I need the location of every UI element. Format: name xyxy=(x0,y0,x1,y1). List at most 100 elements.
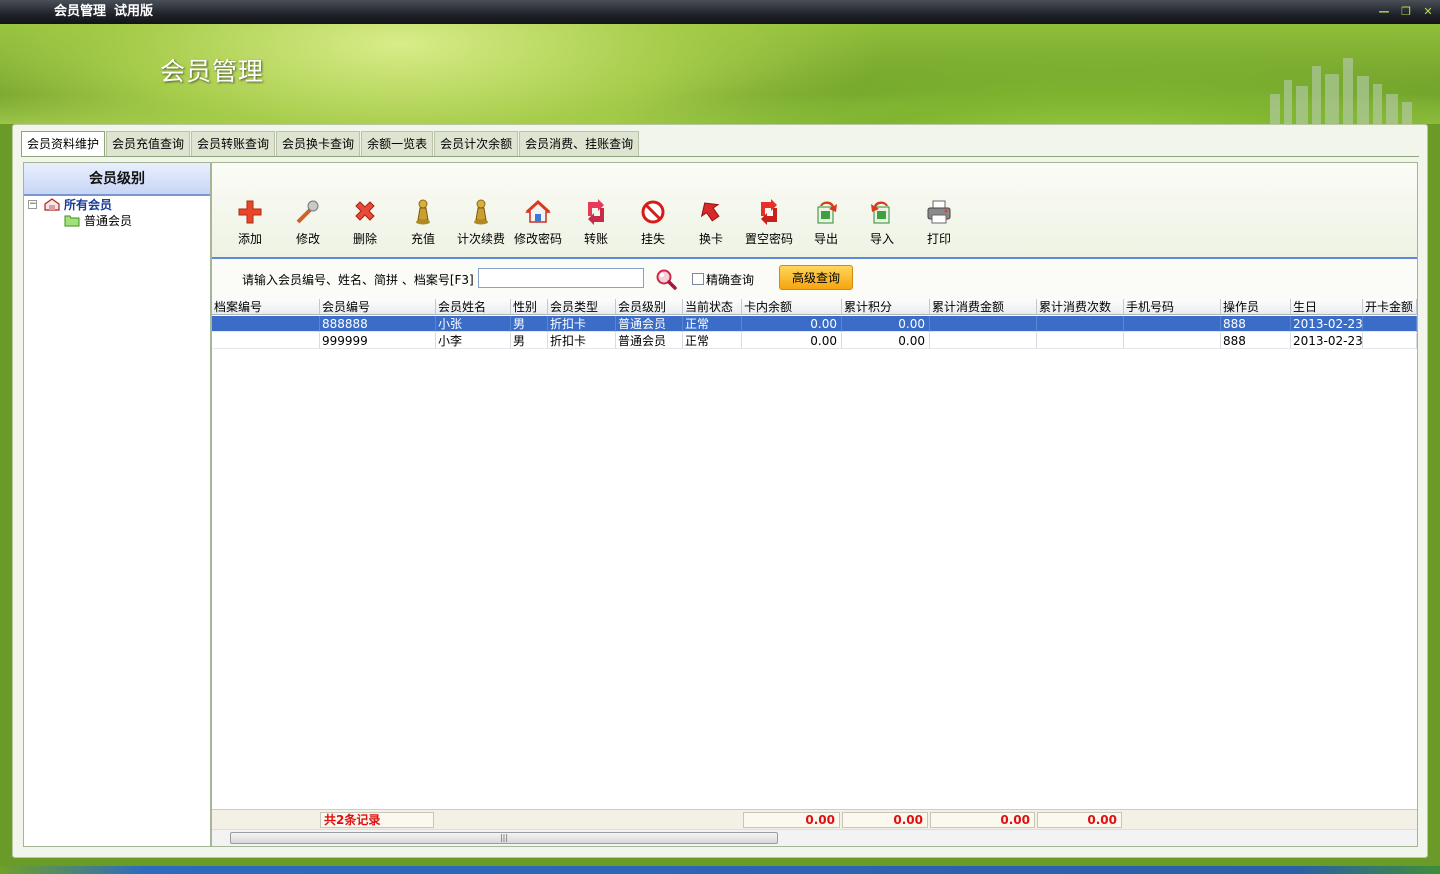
import-button[interactable]: 导入 xyxy=(854,198,910,250)
main-panel: 会员资料维护 会员充值查询 会员转账查询 会员换卡查询 余额一览表 会员计次余额… xyxy=(12,124,1428,858)
column-header[interactable]: 累计积分 xyxy=(842,299,930,315)
table-cell: 普通会员 xyxy=(616,333,683,349)
table-cell: 2013-02-23 xyxy=(1291,333,1363,349)
tree-node-all-members[interactable]: − 所有会员 xyxy=(24,197,210,213)
table-cell: 2013-02-23 xyxy=(1291,316,1363,332)
table-cell: 小李 xyxy=(436,333,511,349)
column-header[interactable]: 手机号码 xyxy=(1124,299,1221,315)
column-header[interactable]: 生日 xyxy=(1291,299,1363,315)
tab-divider xyxy=(21,156,1419,157)
tab-count-balance[interactable]: 会员计次余额 xyxy=(434,131,519,156)
report-loss-button[interactable]: 挂失 xyxy=(625,198,681,250)
table-cell xyxy=(1363,316,1417,332)
table-cell: 正常 xyxy=(683,333,742,349)
tab-card-change-query[interactable]: 会员换卡查询 xyxy=(276,131,361,156)
window-title: 会员管理 xyxy=(54,4,107,19)
column-header[interactable]: 开卡金额 xyxy=(1363,299,1417,315)
member-table: 档案编号 会员编号 会员姓名 性别 会员类型 会员级别 当前状态 卡内余额 累计… xyxy=(212,299,1417,809)
table-cell xyxy=(1037,333,1124,349)
table-cell xyxy=(212,333,320,349)
tab-consumption-query[interactable]: 会员消费、挂账查询 xyxy=(519,131,640,156)
clear-password-button[interactable]: 置空密码 xyxy=(741,198,797,250)
table-cell: 男 xyxy=(511,333,548,349)
column-header[interactable]: 档案编号 xyxy=(212,299,320,315)
member-level-panel: 会员级别 − 所有会员 普通会员 xyxy=(23,162,211,847)
table-footer: 共2条记录 0.00 0.00 0.00 0.00 xyxy=(212,809,1417,829)
table-cell xyxy=(1363,333,1417,349)
member-level-title: 会员级别 xyxy=(24,163,210,196)
column-header[interactable]: 当前状态 xyxy=(683,299,742,315)
edit-icon xyxy=(296,200,319,224)
count-renew-button[interactable]: 计次续费 xyxy=(453,198,509,250)
search-input[interactable] xyxy=(478,268,644,288)
tab-recharge-query[interactable]: 会员充值查询 xyxy=(106,131,191,156)
table-cell: 0.00 xyxy=(842,316,930,332)
edit-button[interactable]: 修改 xyxy=(280,198,336,250)
table-row[interactable]: 999999 小李 男 折扣卡 普通会员 正常 0.00 0.00 888 20… xyxy=(212,333,1417,349)
print-icon xyxy=(927,200,951,224)
report-loss-icon xyxy=(641,200,665,224)
table-cell: 折扣卡 xyxy=(548,333,616,349)
column-header[interactable]: 会员级别 xyxy=(616,299,683,315)
collapse-icon[interactable]: − xyxy=(28,200,37,209)
table-cell xyxy=(930,316,1037,332)
column-header[interactable]: 累计消费次数 xyxy=(1037,299,1124,315)
export-button[interactable]: 导出 xyxy=(798,198,854,250)
exact-search-checkbox[interactable] xyxy=(692,273,704,285)
column-header[interactable]: 性别 xyxy=(511,299,548,315)
column-header[interactable]: 操作员 xyxy=(1221,299,1291,315)
add-icon xyxy=(238,200,262,224)
column-header[interactable]: 会员编号 xyxy=(320,299,436,315)
advanced-search-button[interactable]: 高级查询 xyxy=(779,265,853,290)
table-header: 档案编号 会员编号 会员姓名 性别 会员类型 会员级别 当前状态 卡内余额 累计… xyxy=(212,299,1417,315)
transfer-button[interactable]: 转账 xyxy=(568,198,624,250)
count-renew-icon xyxy=(474,199,488,225)
title-bar: 会员管理 试用版 — ❐ ✕ xyxy=(0,0,1440,24)
members-folder-icon xyxy=(44,198,60,211)
table-cell xyxy=(212,316,320,332)
record-count: 共2条记录 xyxy=(320,812,434,828)
column-header[interactable]: 会员姓名 xyxy=(436,299,511,315)
total-consumption-count: 0.00 xyxy=(1037,812,1122,828)
tree-node-regular-member[interactable]: 普通会员 xyxy=(24,213,210,229)
recharge-button[interactable]: 充值 xyxy=(395,198,451,250)
restore-button[interactable]: ❐ xyxy=(1400,0,1412,24)
table-cell xyxy=(1124,316,1221,332)
table-cell: 普通会员 xyxy=(616,316,683,332)
search-label: 请输入会员编号、姓名、简拼 、档案号[F3] xyxy=(242,273,474,287)
table-cell xyxy=(1037,316,1124,332)
table-cell: 0.00 xyxy=(842,333,930,349)
change-password-icon xyxy=(525,199,551,223)
table-cell: 0.00 xyxy=(742,316,842,332)
folder-icon xyxy=(64,215,80,227)
replace-card-button[interactable]: 换卡 xyxy=(683,198,739,250)
minimize-button[interactable]: — xyxy=(1378,0,1390,24)
table-cell: 小张 xyxy=(436,316,511,332)
tree-label-regular-member: 普通会员 xyxy=(84,214,133,228)
horizontal-scrollbar[interactable]: ||| xyxy=(212,829,1417,846)
tab-balance-list[interactable]: 余额一览表 xyxy=(361,131,434,156)
delete-button[interactable]: 删除 xyxy=(337,198,393,250)
print-button[interactable]: 打印 xyxy=(911,198,967,250)
add-button[interactable]: 添加 xyxy=(222,198,278,250)
column-header[interactable]: 累计消费金额 xyxy=(930,299,1037,315)
scrollbar-thumb[interactable]: ||| xyxy=(230,832,778,844)
exact-search-label: 精确查询 xyxy=(706,273,755,287)
export-icon xyxy=(817,201,837,224)
print-label: 打印 xyxy=(926,232,951,246)
tab-strip: 会员资料维护 会员充值查询 会员转账查询 会员换卡查询 余额一览表 会员计次余额… xyxy=(21,131,640,157)
table-cell: 0.00 xyxy=(742,333,842,349)
recharge-icon xyxy=(416,199,430,225)
search-icon[interactable] xyxy=(655,268,677,290)
toolbar: 添加 修改 删除 充值 计次续费 修改密码 转账 挂失 换卡 置空密码 导出 导… xyxy=(212,163,1417,259)
column-header[interactable]: 卡内余额 xyxy=(742,299,842,315)
table-row[interactable]: 888888 小张 男 折扣卡 普通会员 正常 0.00 0.00 888 20… xyxy=(212,316,1417,332)
search-bar: 请输入会员编号、姓名、简拼 、档案号[F3] 精确查询 高级查询 xyxy=(212,259,1417,299)
table-cell: 888 xyxy=(1221,333,1291,349)
table-cell: 正常 xyxy=(683,316,742,332)
column-header[interactable]: 会员类型 xyxy=(548,299,616,315)
tab-transfer-query[interactable]: 会员转账查询 xyxy=(191,131,276,156)
change-password-button[interactable]: 修改密码 xyxy=(510,198,566,250)
close-button[interactable]: ✕ xyxy=(1422,0,1434,24)
tab-member-info[interactable]: 会员资料维护 xyxy=(21,131,106,157)
